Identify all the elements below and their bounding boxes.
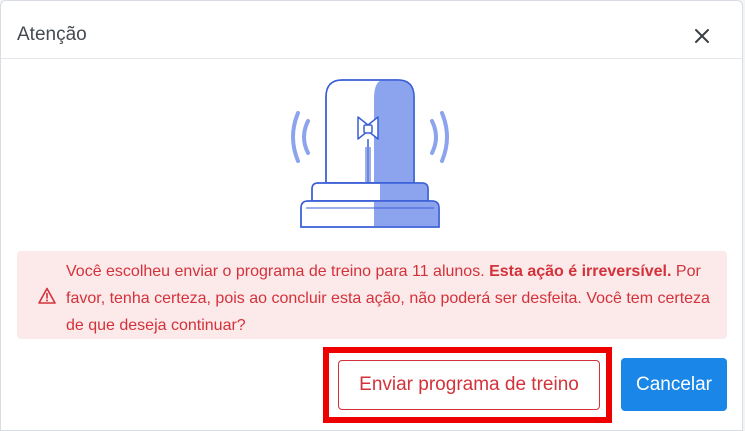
modal-header: Atenção: [1, 1, 742, 59]
siren-alarm-icon: [291, 79, 449, 228]
warning-alert: Você escolheu enviar o programa de trein…: [17, 251, 727, 339]
close-icon: [695, 29, 709, 43]
modal-title: Atenção: [17, 24, 87, 45]
confirmation-modal: Atenção Você escolheu enviar o programa …: [0, 0, 743, 431]
alert-text-normal: Você escolheu enviar o programa de trein…: [66, 263, 490, 280]
close-button[interactable]: [687, 21, 717, 51]
warning-triangle-icon: [38, 287, 56, 304]
alert-message: Você escolheu enviar o programa de trein…: [66, 258, 716, 339]
send-program-button[interactable]: Enviar programa de treino: [338, 360, 600, 410]
alert-text-bold: Esta ação é irreversível.: [489, 263, 672, 280]
cancel-button[interactable]: Cancelar: [621, 358, 727, 411]
